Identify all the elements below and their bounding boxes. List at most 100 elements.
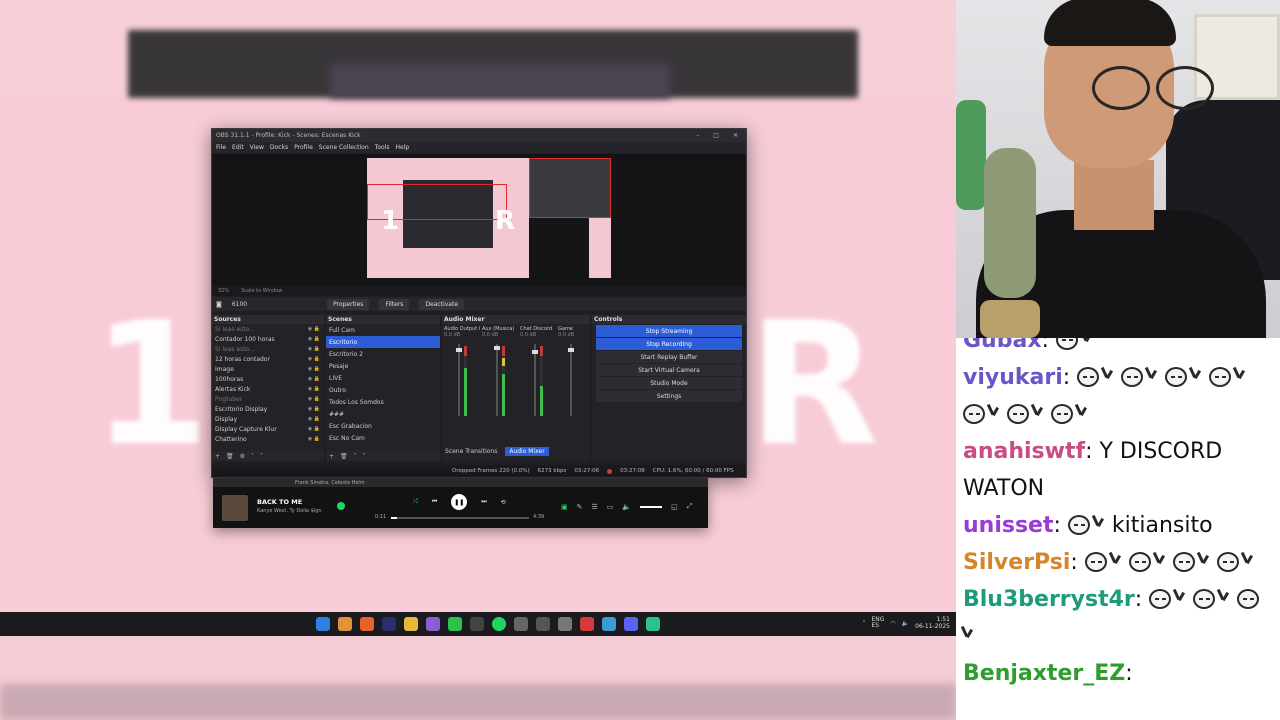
scene-item[interactable]: Outro [326,384,440,396]
spotify-icon[interactable] [492,617,506,631]
chat-username[interactable]: Blu3berryst4r [963,587,1135,612]
trash-icon[interactable]: 🗑 [226,453,234,460]
properties-button[interactable]: Properties [327,298,370,310]
source-item[interactable]: Si leas esto... ◉ 🔒 [212,324,324,334]
album-art[interactable] [222,495,248,521]
app-icon[interactable] [536,617,550,631]
visibility-eye-icon[interactable]: ◉ 🔒 [308,416,320,422]
language-indicator[interactable]: ENG ES [871,617,884,629]
app-icon[interactable] [558,617,572,631]
search-icon[interactable] [338,617,352,631]
visibility-eye-icon[interactable]: ◉ 🔒 [308,326,320,332]
scale-mode[interactable]: Scale to Window [241,288,282,294]
tray-chevron-icon[interactable]: ˄ [862,620,865,627]
menu-tools[interactable]: Tools [375,144,390,151]
next-icon[interactable]: ⏭ [481,498,486,506]
volume-fader[interactable] [494,344,500,416]
source-item[interactable]: 100horas ◉ 🔒 [212,374,324,384]
menu-profile[interactable]: Profile [294,144,313,151]
chat-username[interactable]: viyukari [963,365,1063,390]
scene-item[interactable]: Full Cam [326,324,440,336]
volume-fader[interactable] [568,344,574,416]
deactivate-button[interactable]: Deactivate [419,298,465,310]
stop-recording-button[interactable]: Stop Recording [596,338,742,350]
volume-slider[interactable] [640,505,663,508]
visibility-eye-icon[interactable]: ◉ 🔒 [308,426,320,432]
visibility-eye-icon[interactable]: ◉ 🔒 [308,396,320,402]
capcut-icon[interactable] [448,617,462,631]
minimize-icon[interactable]: – [696,132,699,139]
close-icon[interactable]: ✕ [733,132,738,139]
shuffle-icon[interactable]: ⤮ [413,498,418,506]
add-icon[interactable]: + [329,453,334,460]
tab-scene-transitions[interactable]: Scene Transitions [441,447,501,456]
trash-icon[interactable]: 🗑 [340,453,348,460]
saved-check-icon[interactable] [337,502,345,510]
visibility-eye-icon[interactable]: ◉ 🔒 [308,366,320,372]
menu-scene-collection[interactable]: Scene Collection [319,144,369,151]
start-replay-buffer-button[interactable]: Start Replay Buffer [596,351,742,363]
chat-username[interactable]: Benjaxter_EZ [963,661,1125,686]
menu-docks[interactable]: Docks [270,144,288,151]
firefox-icon[interactable] [360,617,374,631]
studio-mode-button[interactable]: Studio Mode [596,377,742,389]
visibility-eye-icon[interactable]: ◉ 🔒 [308,386,320,392]
app-icon[interactable] [602,617,616,631]
chat-username[interactable]: Gubax [963,338,1042,353]
scene-item[interactable]: ### [326,408,440,420]
scene-item[interactable]: Esc Grabacion [326,420,440,432]
source-item[interactable]: Image ◉ 🔒 [212,364,324,374]
scene-item[interactable]: Escritorio [326,336,440,348]
source-item[interactable]: Contador 100 horas ◉ 🔒 [212,334,324,344]
premiere-icon[interactable] [382,617,396,631]
chat-username[interactable]: anahiswtf [963,439,1085,464]
track-artist[interactable]: Kanye West, Ty Dolla $ign [257,508,322,514]
obs-icon[interactable] [470,617,484,631]
obs-preview[interactable]: 1 R [212,154,746,286]
settings-icon[interactable] [514,617,528,631]
device-icon[interactable]: ▭ [607,503,614,511]
start-virtual-camera-button[interactable]: Start Virtual Camera [596,364,742,376]
visibility-eye-icon[interactable]: ◉ 🔒 [308,356,320,362]
menu-file[interactable]: File [216,144,226,151]
fullscreen-icon[interactable]: ⤢ [687,502,693,511]
visibility-eye-icon[interactable]: ◉ 🔒 [308,406,320,412]
folder-icon[interactable] [404,617,418,631]
chat-username[interactable]: SilverPsi [963,550,1070,575]
scene-item[interactable]: Esc No Cam [326,432,440,444]
scene-item[interactable]: Escritorio 2 [326,348,440,360]
source-item[interactable]: Escritorio Display ◉ 🔒 [212,404,324,414]
menu-view[interactable]: View [250,144,264,151]
miniplayer-icon[interactable]: ◱ [671,503,678,511]
maximize-icon[interactable]: □ [713,132,719,139]
volume-fader[interactable] [456,344,462,416]
zoom-level[interactable]: 32% [218,288,229,294]
stop-streaming-button[interactable]: Stop Streaming [596,325,742,337]
chevron-down-icon[interactable]: ˅ [260,453,263,460]
volume-icon[interactable]: 🔈 [622,503,631,511]
clock[interactable]: 1:51 06-11-2025 [915,616,950,630]
app-icon[interactable] [426,617,440,631]
source-item[interactable]: Display Capture Klur ◉ 🔒 [212,424,324,434]
settings-button[interactable]: Settings [596,390,742,402]
lyrics-icon[interactable]: ✎ [577,503,583,511]
visibility-eye-icon[interactable]: ◉ 🔒 [308,376,320,382]
discord-icon[interactable] [624,617,638,631]
source-item[interactable]: Si leas esto... ◉ 🔒 [212,344,324,354]
visibility-eye-icon[interactable]: ◉ 🔒 [308,346,320,352]
scene-item[interactable]: Pesaje [326,360,440,372]
track-title[interactable]: BACK TO ME [257,498,302,506]
queue-icon[interactable]: ☰ [592,503,598,511]
start-icon[interactable] [316,617,330,631]
repeat-icon[interactable]: ⟲ [501,499,506,506]
visibility-eye-icon[interactable]: ◉ 🔒 [308,436,320,442]
source-item[interactable]: Pngtuber ◉ 🔒 [212,394,324,404]
source-item[interactable]: Alertas Kick ◉ 🔒 [212,384,324,394]
pause-button[interactable]: ❚❚ [451,494,468,510]
source-item[interactable]: 12 horas contador ◉ 🔒 [212,354,324,364]
menu-help[interactable]: Help [395,144,409,151]
chevron-up-icon[interactable]: ˄ [354,453,357,460]
scene-item[interactable]: LIVE [326,372,440,384]
app-icon[interactable] [646,617,660,631]
add-icon[interactable]: + [215,453,220,460]
